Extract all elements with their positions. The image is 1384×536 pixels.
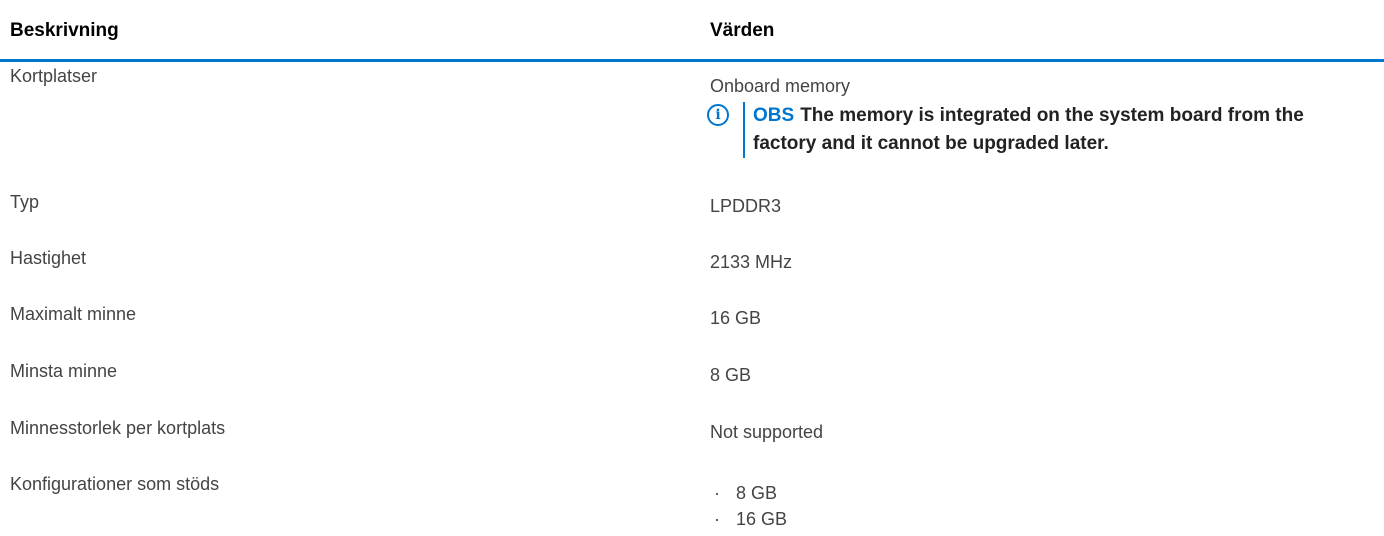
configurations-list: · 8 GB · 16 GB: [710, 480, 787, 532]
list-item: · 16 GB: [710, 506, 787, 532]
note-message: The memory is integrated on the system b…: [753, 105, 1304, 154]
note-divider: [743, 102, 745, 158]
row-value: Onboard memory: [710, 76, 851, 96]
row-description: Maximalt minne: [10, 304, 137, 324]
info-circle-icon: i: [707, 104, 729, 126]
memory-spec-table: Beskrivning Värden Kortplatser Onboard m…: [0, 0, 1384, 529]
row-value: Not supported: [710, 422, 824, 442]
bullet-icon: ·: [714, 483, 720, 503]
header-values: Värden: [710, 20, 775, 41]
row-description: Konfigurationer som stöds: [10, 474, 220, 494]
row-value: LPDDR3: [710, 196, 782, 216]
header-description: Beskrivning: [10, 20, 119, 41]
row-description: Typ: [10, 192, 40, 212]
row-description: Minsta minne: [10, 361, 118, 381]
row-value: 2133 MHz: [710, 252, 793, 272]
list-item: · 8 GB: [710, 480, 787, 506]
row-description: Kortplatser: [10, 66, 98, 86]
note-box: i OBS The memory is integrated on the sys…: [707, 102, 1347, 158]
row-value: 16 GB: [710, 308, 762, 328]
row-description: Hastighet: [10, 248, 87, 268]
table-header: Beskrivning Värden: [0, 0, 1384, 62]
bullet-icon: ·: [714, 509, 720, 529]
row-description: Minnesstorlek per kortplats: [10, 418, 226, 438]
row-value: 8 GB: [710, 365, 752, 385]
note-text-block: OBS The memory is integrated on the syste…: [753, 102, 1353, 158]
note-label: OBS: [753, 105, 795, 126]
